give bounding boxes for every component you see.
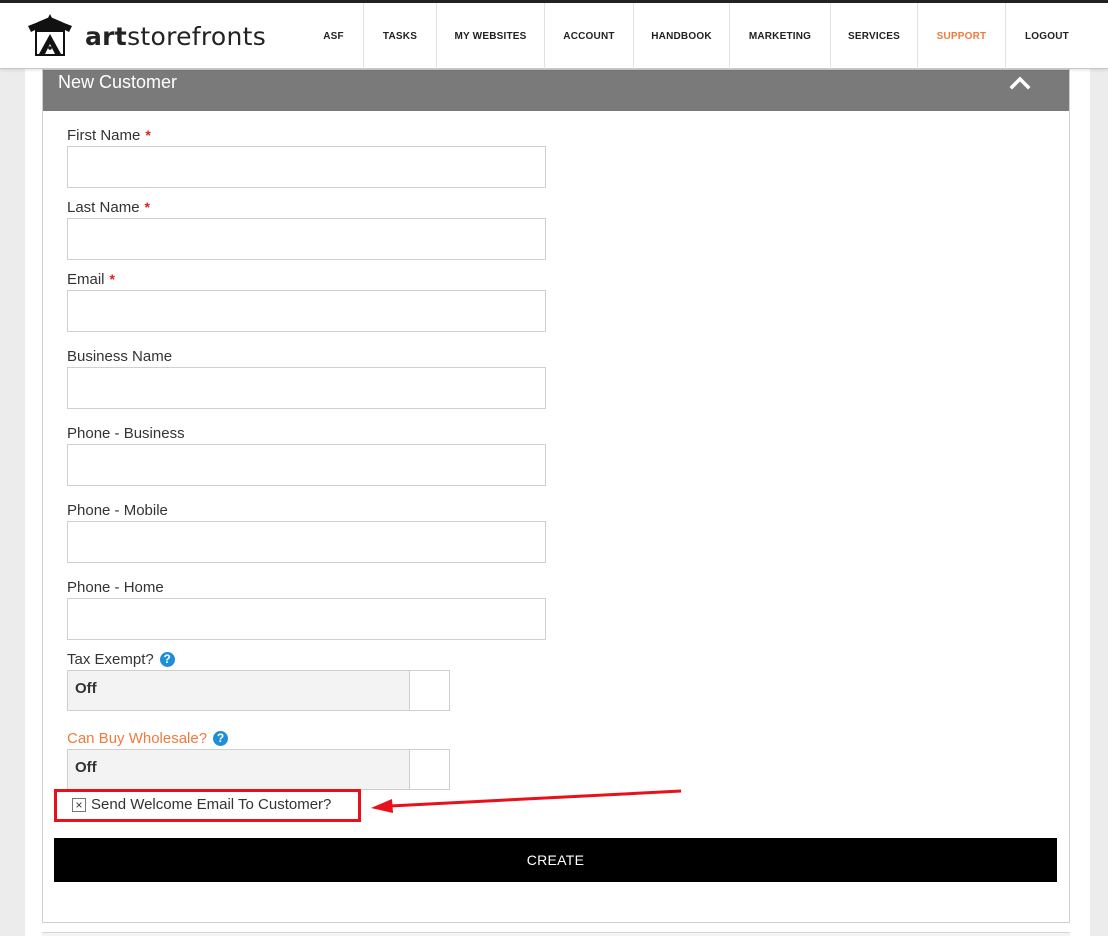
nav-asf[interactable]: ASF	[304, 3, 364, 69]
first-name-input[interactable]	[67, 146, 546, 188]
nav-tasks[interactable]: TASKS	[364, 3, 437, 69]
brand-name: artstorefronts	[85, 21, 267, 51]
last-name-input[interactable]	[67, 218, 546, 260]
nav-services[interactable]: SERVICES	[831, 3, 918, 69]
wholesale-label: Can Buy Wholesale??	[67, 730, 229, 747]
phone-home-label: Phone - Home	[67, 579, 164, 596]
brand-logo[interactable]: artstorefronts	[25, 11, 266, 61]
phone-business-input[interactable]	[67, 444, 546, 486]
nav-support[interactable]: SUPPORT	[918, 3, 1006, 69]
email-label: Email *	[67, 271, 115, 288]
wholesale-value: Off	[75, 759, 97, 776]
annotation-highlight-box	[54, 789, 361, 822]
phone-business-label: Phone - Business	[67, 425, 185, 442]
tent-logo-icon	[28, 14, 72, 56]
next-panel-edge	[42, 932, 1070, 936]
panel-header[interactable]: New Customer	[43, 70, 1069, 111]
tax-exempt-value: Off	[75, 680, 97, 697]
nav-my-websites[interactable]: MY WEBSITES	[437, 3, 545, 69]
nav-handbook[interactable]: HANDBOOK	[634, 3, 730, 69]
wholesale-toggle[interactable]: Off	[67, 749, 450, 790]
nav-marketing[interactable]: MARKETING	[730, 3, 831, 69]
question-circle-icon[interactable]: ?	[159, 652, 175, 667]
business-name-label: Business Name	[67, 348, 173, 365]
main-nav: ASF TASKS MY WEBSITES ACCOUNT HANDBOOK M…	[304, 3, 1088, 69]
toggle-knob[interactable]	[409, 671, 449, 710]
phone-mobile-input[interactable]	[67, 521, 546, 563]
phone-home-input[interactable]	[67, 598, 546, 640]
panel-title: New Customer	[58, 72, 178, 92]
required-marker: *	[144, 199, 150, 215]
last-name-label: Last Name *	[67, 199, 150, 216]
chevron-up-icon[interactable]	[1009, 75, 1031, 91]
tax-exempt-toggle[interactable]: Off	[67, 670, 450, 711]
question-circle-icon[interactable]: ?	[213, 731, 229, 746]
create-button[interactable]: CREATE	[54, 838, 1057, 882]
phone-mobile-label: Phone - Mobile	[67, 502, 168, 519]
first-name-label: First Name *	[67, 127, 151, 144]
required-marker: *	[145, 127, 151, 143]
tax-exempt-label: Tax Exempt??	[67, 651, 175, 668]
required-marker: *	[109, 271, 115, 287]
business-name-input[interactable]	[67, 367, 546, 409]
nav-logout[interactable]: LOGOUT	[1006, 3, 1088, 69]
email-input[interactable]	[67, 290, 546, 332]
top-navbar: artstorefronts ASF TASKS MY WEBSITES ACC…	[0, 0, 1108, 69]
toggle-knob[interactable]	[409, 750, 449, 789]
nav-account[interactable]: ACCOUNT	[545, 3, 634, 69]
